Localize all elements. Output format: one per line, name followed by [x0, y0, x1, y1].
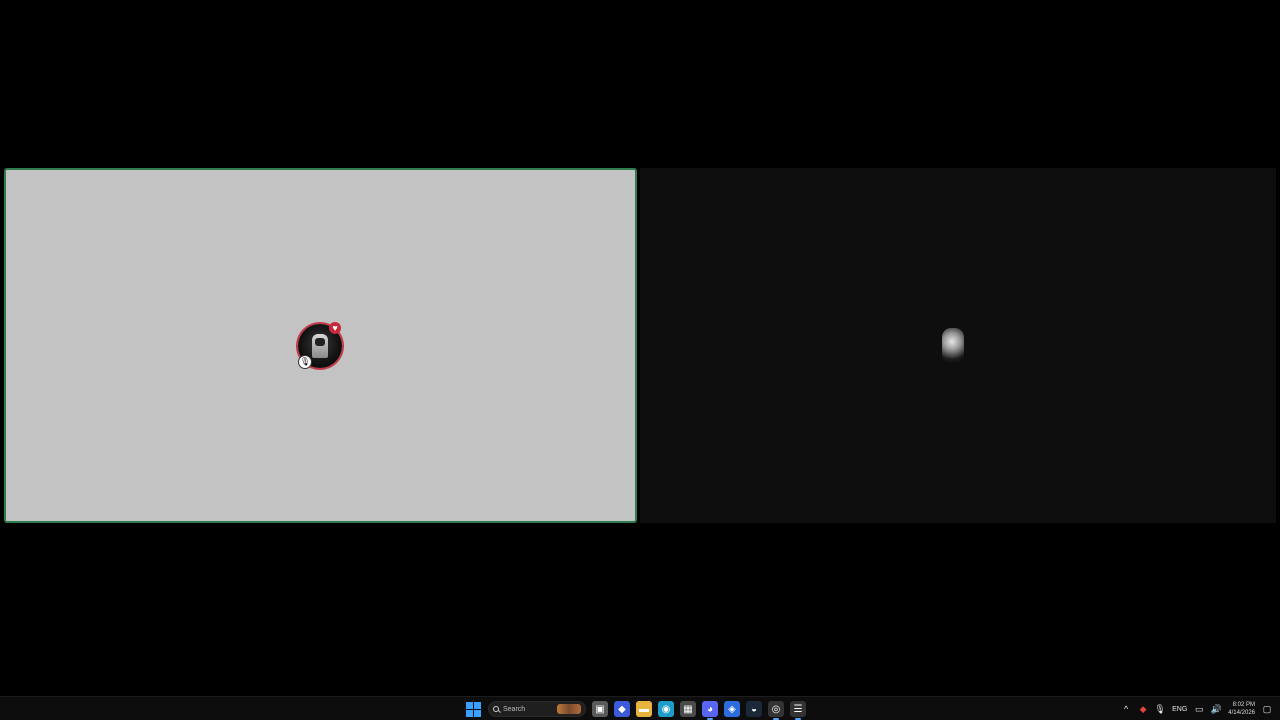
store-icon[interactable]: ▦	[680, 701, 696, 717]
volume-icon[interactable]: 🔊	[1211, 704, 1222, 714]
search-placeholder: Search	[503, 705, 526, 713]
notes-app-icon[interactable]: ☰	[790, 701, 806, 720]
app-icon[interactable]: ◎	[768, 701, 784, 720]
clock[interactable]: 8:02 PM 4/14/2026	[1228, 701, 1255, 717]
system-tray: ^ ◆ 🎙 ENG ▭ 🔊 8:02 PM 4/14/2026 ▢	[1121, 700, 1272, 718]
language-indicator[interactable]: ENG	[1172, 706, 1187, 713]
copilot-icon[interactable]: ◆	[614, 701, 630, 717]
file-explorer-icon[interactable]: ▬	[636, 701, 652, 717]
task-view-icon[interactable]: ▣	[592, 701, 608, 717]
clock-time: 8:02 PM	[1232, 702, 1255, 708]
avatar-face	[315, 338, 325, 346]
start-tile	[465, 709, 473, 717]
remote-participant-avatar	[942, 328, 964, 362]
start-tile	[473, 709, 481, 717]
edge-icon[interactable]: ◉	[658, 701, 674, 717]
antivirus-icon[interactable]: ◆	[1138, 704, 1148, 714]
discord-icon[interactable]: ◕	[702, 701, 718, 720]
steam-icon[interactable]: ◒	[746, 701, 762, 717]
start-button[interactable]	[464, 700, 482, 718]
taskbar: Search ▣ ◆ ▬ ◉ ▦ ◕ ◈ ◒ ◎ ☰ ^ ◆ 🎙 ENG ▭ 🔊…	[0, 696, 1280, 720]
taskbar-center: Search ▣ ◆ ▬ ◉ ▦ ◕ ◈ ◒ ◎ ☰	[464, 699, 806, 720]
clock-date: 4/14/2026	[1228, 710, 1255, 716]
chevron-up-icon[interactable]: ^	[1121, 704, 1131, 714]
desktop: ♥ 🎙 Search ▣ ◆ ▬ ◉ ▦ ◕ ◈ ◒ ◎ ☰ ^ ◆ 🎙 ENG…	[0, 0, 1280, 720]
network-icon[interactable]: ▭	[1194, 704, 1204, 714]
taskbar-search[interactable]: Search	[488, 701, 586, 717]
notifications-icon[interactable]: ▢	[1262, 704, 1272, 714]
search-highlight-icon	[557, 704, 581, 714]
search-icon	[493, 706, 499, 712]
microphone-icon[interactable]: 🎙	[1154, 704, 1165, 714]
mic-status-icon: 🎙	[298, 355, 312, 369]
vpn-icon[interactable]: ◈	[724, 701, 740, 717]
start-tile	[473, 701, 481, 709]
speaking-badge-icon: ♥	[329, 322, 341, 334]
start-tile	[465, 701, 473, 709]
